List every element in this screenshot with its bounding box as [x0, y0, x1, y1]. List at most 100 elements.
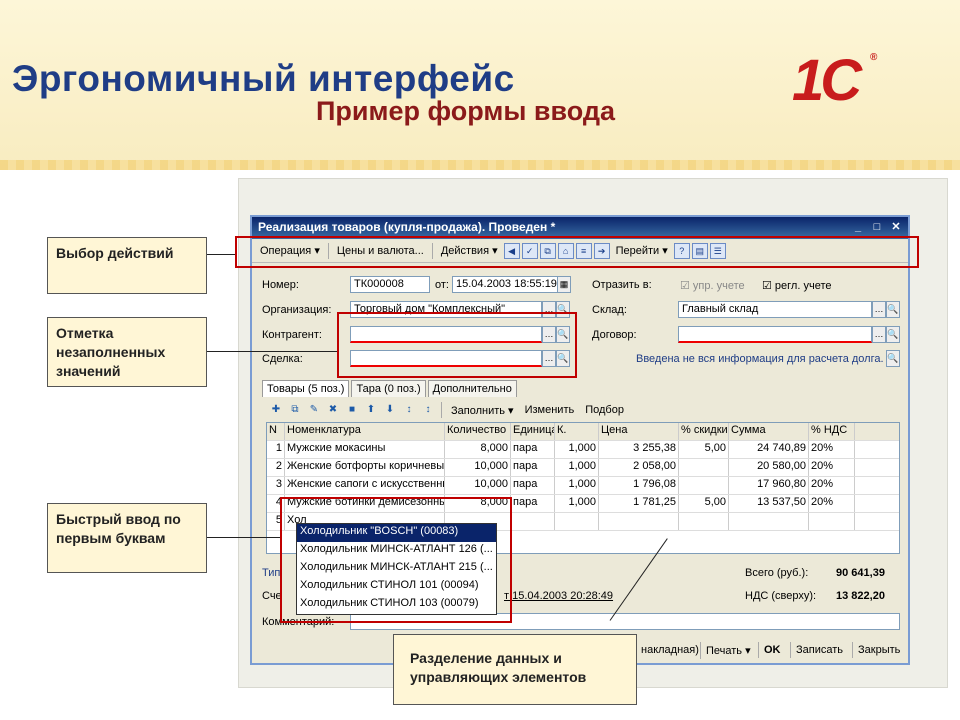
- sort-desc-icon[interactable]: ↕: [420, 402, 436, 418]
- table-cell[interactable]: 8,000: [445, 441, 511, 458]
- contract-field[interactable]: [678, 326, 872, 343]
- table-row[interactable]: 2 Женские ботфорты коричневые 10,000 пара 1,…: [267, 459, 899, 477]
- close-button[interactable]: Закрыть: [852, 642, 905, 658]
- regl-checkbox[interactable]: ☑ регл. учете: [762, 279, 831, 292]
- table-cell[interactable]: 13 537,50: [729, 495, 809, 512]
- tab-goods[interactable]: Товары (5 поз.): [262, 380, 350, 397]
- table-cell[interactable]: пара: [511, 477, 555, 494]
- table-cell[interactable]: 5,00: [679, 441, 729, 458]
- pick-button[interactable]: Подбор: [581, 402, 628, 418]
- table-cell[interactable]: 20%: [809, 477, 855, 494]
- edit-row-icon[interactable]: ✎: [306, 402, 322, 418]
- table-cell[interactable]: [679, 477, 729, 494]
- debt-search-icon[interactable]: 🔍: [886, 350, 900, 367]
- contract-search-icon[interactable]: 🔍: [886, 326, 900, 343]
- toolbar-separator: [441, 402, 442, 418]
- table-cell[interactable]: 5,00: [679, 495, 729, 512]
- col-unit[interactable]: Единица: [511, 423, 555, 440]
- print-menu[interactable]: Печать ▾: [700, 642, 756, 659]
- total-label: Всего (руб.):: [745, 567, 809, 579]
- warehouse-select-button[interactable]: …: [872, 301, 886, 318]
- table-cell[interactable]: 20%: [809, 495, 855, 512]
- tab-tare[interactable]: Тара (0 поз.): [351, 380, 426, 397]
- table-cell[interactable]: 1,000: [555, 459, 599, 476]
- table-cell[interactable]: 3: [267, 477, 285, 494]
- header-divider: [0, 160, 960, 170]
- table-cell[interactable]: 2 058,00: [599, 459, 679, 476]
- table-cell[interactable]: [729, 513, 809, 530]
- table-cell[interactable]: [809, 513, 855, 530]
- date-field[interactable]: 15.04.2003 18:55:19: [452, 276, 558, 293]
- table-cell[interactable]: 10,000: [445, 477, 511, 494]
- close-icon[interactable]: ✕: [888, 219, 904, 235]
- table-cell[interactable]: пара: [511, 441, 555, 458]
- end-edit-icon[interactable]: ■: [344, 402, 360, 418]
- waybill-label[interactable]: накладная): [636, 642, 704, 658]
- table-cell[interactable]: 1 796,08: [599, 477, 679, 494]
- table-cell[interactable]: 1 781,25: [599, 495, 679, 512]
- table-cell[interactable]: [555, 513, 599, 530]
- delete-row-icon[interactable]: ✖: [325, 402, 341, 418]
- callout-connector: [207, 254, 235, 255]
- col-price[interactable]: Цена: [599, 423, 679, 440]
- warehouse-field[interactable]: Главный склад: [678, 301, 872, 318]
- table-cell[interactable]: пара: [511, 495, 555, 512]
- table-cell[interactable]: 1,000: [555, 441, 599, 458]
- calendar-icon[interactable]: ▦: [557, 276, 571, 293]
- change-button[interactable]: Изменить: [521, 402, 579, 418]
- number-field[interactable]: ТК000008: [350, 276, 430, 293]
- table-cell[interactable]: [679, 459, 729, 476]
- reflect-label: Отразить в:: [592, 279, 652, 291]
- table-cell[interactable]: 1,000: [555, 477, 599, 494]
- add-row-icon[interactable]: ✚: [268, 402, 284, 418]
- table-cell[interactable]: 20%: [809, 441, 855, 458]
- tab-additional[interactable]: Дополнительно: [427, 380, 517, 397]
- table-cell[interactable]: [511, 513, 555, 530]
- 1c-logo: 1С: [792, 48, 862, 113]
- table-cell[interactable]: Женские сапоги с искусственны...: [285, 477, 445, 494]
- fill-menu[interactable]: Заполнить ▾: [447, 402, 518, 419]
- table-cell[interactable]: 24 740,89: [729, 441, 809, 458]
- col-item[interactable]: Номенклатура: [285, 423, 445, 440]
- col-discount[interactable]: % скидки: [679, 423, 729, 440]
- save-button[interactable]: Записать: [790, 642, 848, 658]
- move-down-icon[interactable]: ⬇: [382, 402, 398, 418]
- move-up-icon[interactable]: ⬆: [363, 402, 379, 418]
- table-cell[interactable]: 1: [267, 441, 285, 458]
- table-cell[interactable]: 20 580,00: [729, 459, 809, 476]
- minimize-icon[interactable]: _: [850, 219, 866, 235]
- table-cell[interactable]: [679, 513, 729, 530]
- col-k[interactable]: К.: [555, 423, 599, 440]
- total-value: 90 641,39: [836, 567, 885, 579]
- table-cell[interactable]: 20%: [809, 459, 855, 476]
- copy-row-icon[interactable]: ⧉: [287, 402, 303, 418]
- upr-checkbox[interactable]: ☑ упр. учете: [680, 279, 745, 292]
- table-row[interactable]: 3 Женские сапоги с искусственны... 10,000 п…: [267, 477, 899, 495]
- table-cell[interactable]: 1,000: [555, 495, 599, 512]
- table-cell[interactable]: [599, 513, 679, 530]
- table-cell[interactable]: пара: [511, 459, 555, 476]
- col-sum[interactable]: Сумма: [729, 423, 809, 440]
- regl-label: регл. учете: [774, 280, 832, 292]
- table-cell[interactable]: 17 960,80: [729, 477, 809, 494]
- table-cell[interactable]: 2: [267, 459, 285, 476]
- col-qty[interactable]: Количество: [445, 423, 511, 440]
- maximize-icon[interactable]: □: [869, 219, 885, 235]
- table-row[interactable]: 1 Мужские мокасины 8,000 пара 1,000 3 255,38 5…: [267, 441, 899, 459]
- col-vat[interactable]: % НДС: [809, 423, 855, 440]
- sort-asc-icon[interactable]: ↕: [401, 402, 417, 418]
- col-n[interactable]: N: [267, 423, 285, 440]
- unfilled-highlight: [337, 312, 577, 378]
- debt-notice[interactable]: Введена не вся информация для расчета до…: [636, 353, 884, 365]
- invoice-link[interactable]: т 15.04.2003 20:28:49: [504, 590, 613, 602]
- org-label: Организация:: [262, 304, 332, 316]
- warehouse-search-icon[interactable]: 🔍: [886, 301, 900, 318]
- table-cell[interactable]: 10,000: [445, 459, 511, 476]
- table-cell[interactable]: Женские ботфорты коричневые: [285, 459, 445, 476]
- vat-label: НДС (сверху):: [745, 590, 817, 602]
- table-cell[interactable]: Мужские мокасины: [285, 441, 445, 458]
- table-cell[interactable]: 3 255,38: [599, 441, 679, 458]
- contract-select-button[interactable]: …: [872, 326, 886, 343]
- callout-actions: Выбор действий: [47, 237, 207, 294]
- ok-button[interactable]: OK: [758, 642, 786, 658]
